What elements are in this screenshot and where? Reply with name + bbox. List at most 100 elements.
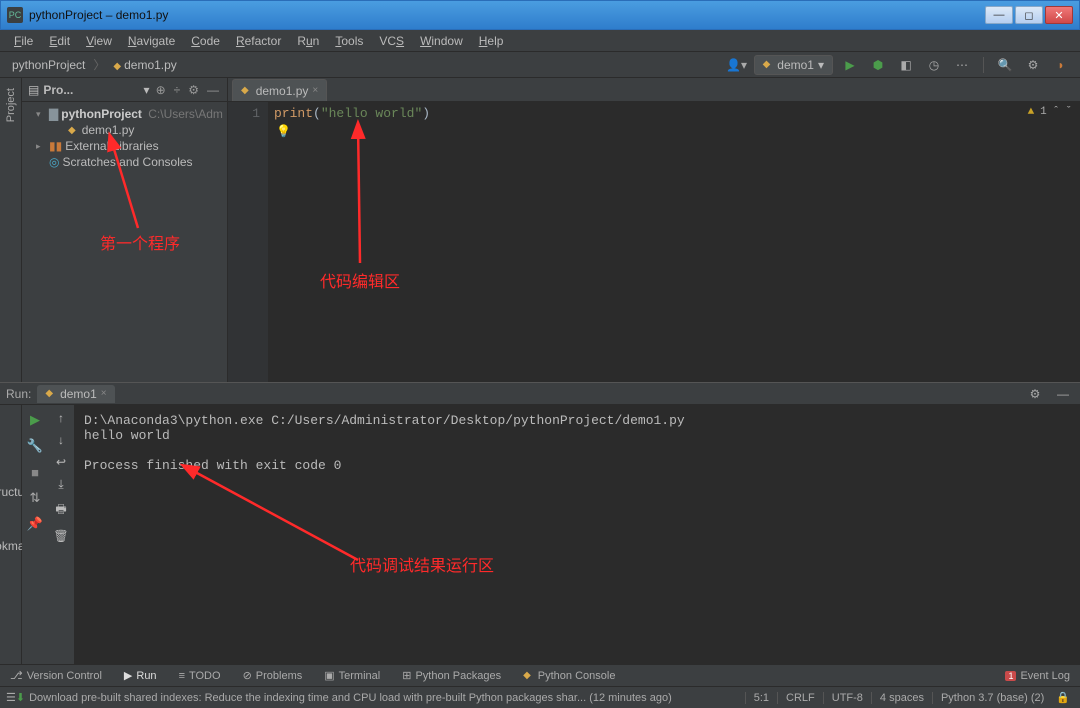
menu-run[interactable]: Run xyxy=(289,32,327,50)
tab-terminal[interactable]: ▣Terminal xyxy=(320,667,384,684)
tab-problems[interactable]: ⊘Problems xyxy=(239,667,307,684)
breadcrumb-file[interactable]: ◆demo1.py xyxy=(109,57,180,73)
chevron-down-icon[interactable]: ▾ xyxy=(144,83,150,97)
chevron-down-icon: ▾ xyxy=(818,58,824,72)
more-button[interactable]: ⋯ xyxy=(951,54,973,76)
status-bar: ☰ ⬇ Download pre-built shared indexes: R… xyxy=(0,686,1080,708)
menu-code[interactable]: Code xyxy=(183,32,228,50)
todo-icon: ≡ xyxy=(179,670,185,682)
run-settings-icon[interactable]: ⚙ xyxy=(1024,383,1046,405)
menu-window[interactable]: Window xyxy=(412,32,471,50)
layout-icon[interactable]: ⇅ xyxy=(26,489,44,507)
tab-python-console[interactable]: ◆Python Console xyxy=(519,668,619,684)
close-button[interactable]: ✕ xyxy=(1045,6,1073,24)
new-ui-button[interactable]: ◗ xyxy=(1050,54,1072,76)
wrench-icon[interactable]: 🔧 xyxy=(26,437,44,455)
status-indent[interactable]: 4 spaces xyxy=(871,692,932,704)
softwrap-icon[interactable]: ↩ xyxy=(56,455,66,469)
menu-tools[interactable]: Tools xyxy=(327,32,371,50)
line-number-gutter: 1 xyxy=(228,102,268,382)
profile-button[interactable]: ◷ xyxy=(923,54,945,76)
breadcrumb: pythonProject 〉 ◆demo1.py xyxy=(8,56,726,73)
tab-version-control[interactable]: ⎇Version Control xyxy=(6,667,106,684)
python-file-icon: ◆ xyxy=(763,59,771,70)
packages-icon: ⊞ xyxy=(402,669,411,682)
chevron-up-icon[interactable]: ˆ xyxy=(1053,106,1060,118)
chevron-down-icon[interactable]: ˇ xyxy=(1065,106,1072,118)
run-panel: Run: ◆ demo1 × ⚙ — Structure Bookmarks ▶… xyxy=(0,382,1080,664)
settings-button[interactable]: ⚙ xyxy=(1022,54,1044,76)
tab-run[interactable]: ▶Run xyxy=(120,667,161,684)
collapse-icon[interactable]: ÷ xyxy=(172,83,183,97)
breadcrumb-project[interactable]: pythonProject xyxy=(8,57,89,73)
print-icon[interactable]: 🖶 xyxy=(55,500,66,521)
menu-help[interactable]: Help xyxy=(471,32,512,50)
status-interpreter[interactable]: Python 3.7 (base) (2) xyxy=(932,692,1052,704)
coverage-button[interactable]: ◧ xyxy=(895,54,917,76)
project-panel-title[interactable]: Pro... xyxy=(43,83,139,97)
menu-refactor[interactable]: Refactor xyxy=(228,32,289,50)
run-panel-body: Structure Bookmarks ▶ 🔧 ■ ⇅ 📌 ↑ ↓ ↩ ⤓ 🖶 … xyxy=(0,405,1080,664)
status-line-sep[interactable]: CRLF xyxy=(777,692,823,704)
tree-project-root[interactable]: ▾ ▇ pythonProject C:\Users\Adm xyxy=(22,106,227,122)
rerun-button[interactable]: ▶ xyxy=(26,411,44,429)
intention-bulb-icon[interactable]: 💡 xyxy=(276,124,291,139)
hide-icon[interactable]: — xyxy=(205,83,221,97)
project-tool-tab[interactable]: Project xyxy=(3,82,19,128)
maximize-button[interactable]: ◻ xyxy=(1015,6,1043,24)
menu-file[interactable]: File xyxy=(6,32,41,50)
run-toolbar-left: ▶ 🔧 ■ ⇅ 📌 xyxy=(22,405,48,664)
menu-vcs[interactable]: VCS xyxy=(371,32,412,50)
minimize-button[interactable]: — xyxy=(985,6,1013,24)
main-area: Project ▤ Pro... ▾ ⊕ ÷ ⚙ — ▾ ▇ pythonPro… xyxy=(0,78,1080,382)
user-icon[interactable]: 👤▾ xyxy=(726,54,748,76)
tab-todo[interactable]: ≡TODO xyxy=(175,668,225,684)
lock-icon[interactable]: 🔒 xyxy=(1052,691,1074,704)
menu-view[interactable]: View xyxy=(78,32,120,50)
settings-icon[interactable]: ⚙ xyxy=(186,83,201,97)
expand-icon[interactable]: ⊕ xyxy=(154,83,168,97)
menu-edit[interactable]: Edit xyxy=(41,32,78,50)
up-icon[interactable]: ↑ xyxy=(58,411,64,425)
run-button[interactable]: ▶ xyxy=(839,54,861,76)
scroll-icon[interactable]: ⤓ xyxy=(58,477,63,492)
code-content[interactable]: print("hello world") 💡 xyxy=(268,102,1080,382)
close-tab-icon[interactable]: × xyxy=(101,388,107,399)
menu-navigate[interactable]: Navigate xyxy=(120,32,183,50)
tree-external-libs[interactable]: ▸ ▮▮ External Libraries xyxy=(22,138,227,154)
warning-icon: ▲ xyxy=(1028,106,1035,118)
python-file-icon: ◆ xyxy=(241,85,249,96)
code-token-punct: ( xyxy=(313,106,321,121)
search-button[interactable]: 🔍 xyxy=(994,54,1016,76)
tab-event-log[interactable]: 1Event Log xyxy=(1001,668,1074,684)
run-config-dropdown[interactable]: ◆ demo1 ▾ xyxy=(754,55,833,75)
status-message[interactable]: Download pre-built shared indexes: Reduc… xyxy=(29,692,745,704)
tree-scratches[interactable]: ◎ Scratches and Consoles xyxy=(22,154,227,170)
status-caret-pos[interactable]: 5:1 xyxy=(745,692,777,704)
trash-icon[interactable]: 🗑 xyxy=(53,529,68,543)
tree-label: External Libraries xyxy=(65,139,158,153)
python-icon: ◆ xyxy=(523,670,531,681)
pin-icon[interactable]: 📌 xyxy=(26,515,44,533)
separator xyxy=(983,57,984,73)
tree-file-demo1[interactable]: ◆ demo1.py xyxy=(22,122,227,138)
tree-label: pythonProject xyxy=(61,107,142,121)
tab-python-packages[interactable]: ⊞Python Packages xyxy=(398,667,505,684)
editor-body[interactable]: 1 print("hello world") 💡 ▲ 1 ˆ ˇ xyxy=(228,102,1080,382)
status-encoding[interactable]: UTF-8 xyxy=(823,692,871,704)
run-tab-demo1[interactable]: ◆ demo1 × xyxy=(37,385,114,403)
run-output[interactable]: D:\Anaconda3\python.exe C:/Users/Adminis… xyxy=(74,405,1080,664)
output-line: Process finished with exit code 0 xyxy=(84,458,341,473)
debug-button[interactable]: ⬢ xyxy=(867,54,889,76)
hide-panel-icon[interactable]: — xyxy=(1052,383,1074,405)
window-title: pythonProject – demo1.py xyxy=(29,8,983,22)
stop-button[interactable]: ■ xyxy=(26,463,44,481)
folder-icon: ▇ xyxy=(49,107,58,121)
problems-icon: ⊘ xyxy=(243,669,252,682)
editor-inspections[interactable]: ▲ 1 ˆ ˇ xyxy=(1028,106,1072,118)
tree-label: demo1.py xyxy=(82,123,135,137)
editor-tab-demo1[interactable]: ◆ demo1.py × xyxy=(232,79,327,101)
down-icon[interactable]: ↓ xyxy=(58,433,64,447)
process-icon[interactable]: ☰ xyxy=(6,691,16,704)
close-tab-icon[interactable]: × xyxy=(312,85,318,96)
